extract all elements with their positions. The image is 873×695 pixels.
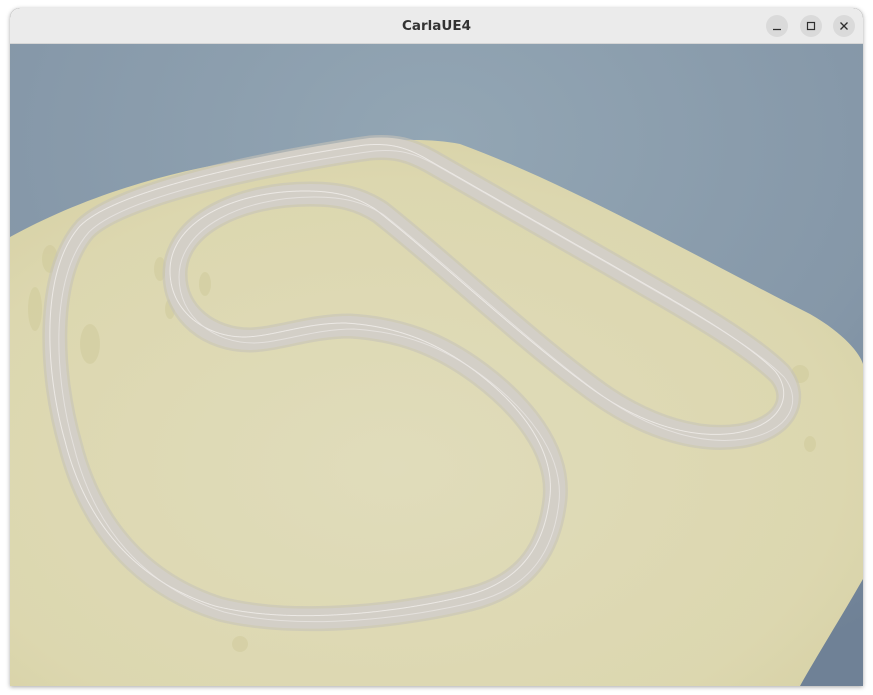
close-button[interactable] (833, 15, 855, 37)
close-icon (840, 22, 848, 30)
simulation-viewport[interactable] (10, 44, 863, 686)
minimize-button[interactable] (766, 15, 788, 37)
app-window: CarlaUE4 (10, 8, 863, 686)
scene-render (10, 44, 863, 686)
maximize-button[interactable] (800, 15, 822, 37)
title-bar[interactable]: CarlaUE4 (10, 8, 863, 44)
window-title: CarlaUE4 (402, 18, 471, 34)
maximize-icon (806, 21, 816, 31)
minimize-icon (773, 28, 781, 31)
